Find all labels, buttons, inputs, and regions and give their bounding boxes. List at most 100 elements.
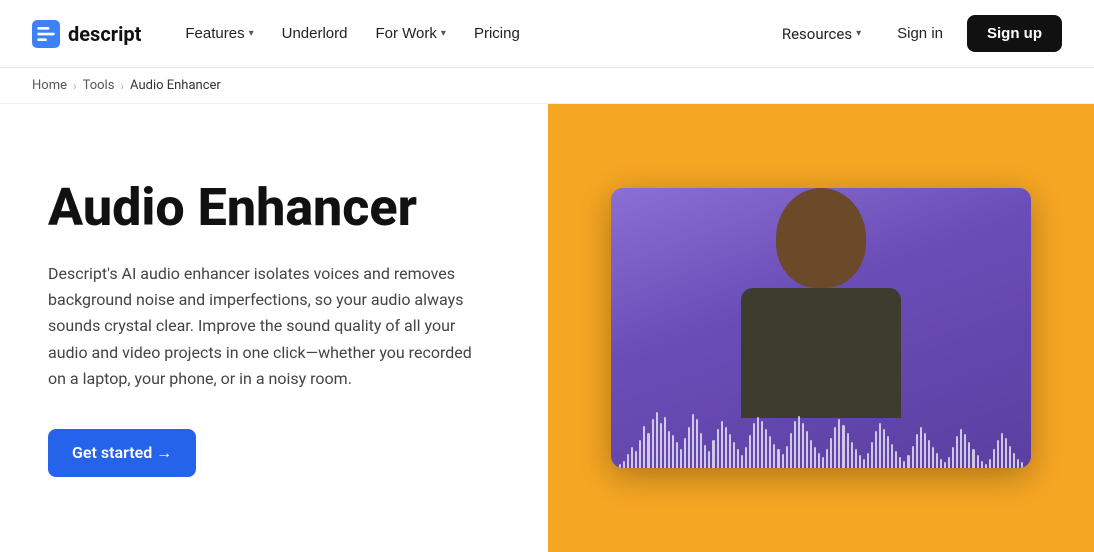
wave-bar xyxy=(814,447,816,468)
wave-bar xyxy=(782,454,784,468)
wave-bar xyxy=(912,446,914,468)
wave-bar xyxy=(672,435,674,468)
nav-for-work[interactable]: For Work ▾ xyxy=(364,17,458,50)
wave-bar xyxy=(1013,453,1015,468)
wave-bar xyxy=(656,412,658,468)
wave-bar xyxy=(631,447,633,468)
breadcrumb-tools[interactable]: Tools xyxy=(83,78,115,93)
wave-bar xyxy=(907,455,909,468)
wave-bar xyxy=(668,431,670,468)
wave-bar xyxy=(895,451,897,468)
wave-bar xyxy=(859,455,861,468)
nav-features[interactable]: Features ▾ xyxy=(173,17,265,50)
wave-bar xyxy=(688,427,690,468)
wave-bar xyxy=(1021,462,1023,468)
wave-bar xyxy=(798,416,800,468)
wave-bar xyxy=(717,429,719,468)
wave-bar xyxy=(765,429,767,468)
person-body xyxy=(741,288,901,418)
nav-underlord[interactable]: Underlord xyxy=(270,17,360,50)
breadcrumb-current: Audio Enhancer xyxy=(130,78,221,93)
signin-button[interactable]: Sign in xyxy=(881,17,959,50)
wave-bar xyxy=(932,447,934,468)
wave-bar xyxy=(753,423,755,468)
wave-bar xyxy=(696,419,698,468)
video-card xyxy=(611,188,1031,468)
wave-bar xyxy=(826,449,828,468)
wave-bar xyxy=(891,444,893,468)
wave-bar xyxy=(712,440,714,468)
wave-bar xyxy=(786,446,788,468)
breadcrumb-home[interactable]: Home xyxy=(32,78,67,93)
wave-bar xyxy=(936,453,938,468)
for-work-chevron-icon: ▾ xyxy=(441,28,446,39)
wave-bar xyxy=(802,423,804,468)
wave-bar xyxy=(652,419,654,468)
wave-bar xyxy=(851,442,853,468)
wave-bar xyxy=(1009,446,1011,468)
resources-chevron-icon: ▾ xyxy=(856,28,861,39)
wave-bar xyxy=(749,435,751,468)
wave-bar xyxy=(924,433,926,468)
wave-bar xyxy=(875,431,877,468)
wave-bar xyxy=(794,421,796,468)
nav-right: Resources ▾ Sign in Sign up xyxy=(770,15,1062,52)
wave-bar xyxy=(704,445,706,468)
wave-bar xyxy=(769,436,771,468)
wave-bar xyxy=(960,429,962,468)
wave-bar xyxy=(741,455,743,468)
wave-bar xyxy=(1001,433,1003,468)
video-person xyxy=(611,188,1031,468)
person-head xyxy=(776,188,866,288)
wave-bar xyxy=(773,444,775,468)
wave-bar xyxy=(733,442,735,468)
wave-bar xyxy=(680,449,682,468)
wave-bar xyxy=(948,457,950,468)
wave-bar xyxy=(737,449,739,468)
wave-bar xyxy=(863,459,865,468)
wave-bar xyxy=(639,440,641,468)
wave-bar xyxy=(684,438,686,468)
hero-right xyxy=(548,104,1094,552)
person-figure xyxy=(711,188,931,428)
signup-button[interactable]: Sign up xyxy=(967,15,1062,52)
wave-bar xyxy=(871,442,873,468)
breadcrumb-sep-2: › xyxy=(120,79,124,93)
wave-bar xyxy=(790,433,792,468)
wave-bar xyxy=(972,449,974,468)
wave-bar xyxy=(822,457,824,468)
hero-title: Audio Enhancer xyxy=(48,179,484,236)
wave-bar xyxy=(1017,459,1019,468)
wave-bar xyxy=(899,457,901,468)
wave-bar xyxy=(916,434,918,468)
features-chevron-icon: ▾ xyxy=(249,28,254,39)
logo-link[interactable]: descript xyxy=(32,20,141,48)
wave-bar xyxy=(903,461,905,468)
waveform xyxy=(611,408,1031,468)
wave-bar xyxy=(997,440,999,468)
wave-bar xyxy=(920,427,922,468)
main-nav: descript Features ▾ Underlord For Work ▾… xyxy=(0,0,1094,68)
wave-bar xyxy=(660,423,662,468)
wave-bar xyxy=(676,442,678,468)
hero-section: Audio Enhancer Descript's AI audio enhan… xyxy=(0,104,1094,552)
wave-bar xyxy=(1005,438,1007,468)
nav-pricing[interactable]: Pricing xyxy=(462,17,532,50)
wave-bar xyxy=(940,459,942,468)
wave-bar xyxy=(623,461,625,468)
hero-left: Audio Enhancer Descript's AI audio enhan… xyxy=(0,104,548,552)
wave-bar xyxy=(879,423,881,468)
wave-bar xyxy=(867,453,869,468)
wave-bar xyxy=(855,449,857,468)
wave-bar xyxy=(725,427,727,468)
wave-bar xyxy=(692,414,694,468)
nav-resources[interactable]: Resources ▾ xyxy=(770,17,873,51)
get-started-button[interactable]: Get started → xyxy=(48,429,196,477)
wave-bar xyxy=(964,434,966,468)
wave-bar xyxy=(700,433,702,468)
wave-bar xyxy=(647,433,649,468)
wave-bar xyxy=(952,447,954,468)
breadcrumb-sep-1: › xyxy=(73,79,77,93)
logo-text: descript xyxy=(68,22,141,46)
wave-bar xyxy=(928,440,930,468)
